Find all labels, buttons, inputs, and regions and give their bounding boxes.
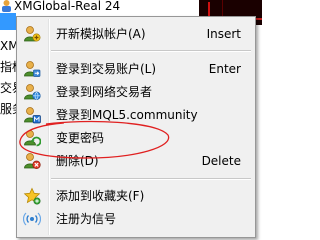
change-password-icon (23, 129, 42, 147)
menu-item-label: 登录到交易账户(L) (56, 62, 157, 76)
menu-item-label: 登录到网络交易者 (56, 85, 153, 99)
selected-row-highlight (0, 13, 16, 30)
menu-separator (51, 178, 251, 180)
menu-separator (51, 50, 251, 52)
mql5-community-icon (23, 106, 41, 124)
menu-item-delete[interactable]: 删除(D) Delete (19, 150, 253, 172)
menu-item-login-account[interactable]: 登录到交易账户(L) Enter (19, 58, 253, 80)
web-trader-icon (23, 83, 41, 101)
new-demo-account-icon (23, 25, 41, 43)
delete-icon (23, 152, 41, 170)
menu-item-add-favorites[interactable]: 添加到收藏夹(F) (19, 185, 253, 207)
menu-item-label: 添加到收藏夹(F) (56, 189, 145, 203)
add-favorites-icon (23, 187, 41, 205)
menu-item-shortcut: Enter (208, 62, 241, 76)
menu-item-new-demo-account[interactable]: 开新模拟帐户(A) Insert (19, 23, 253, 45)
account-title-row[interactable]: XMGlobal-Real 24 (0, 0, 120, 16)
account-icon (0, 0, 13, 12)
menu-item-label: 删除(D) (56, 154, 99, 168)
menu-item-web-trader[interactable]: 登录到网络交易者 (19, 81, 253, 103)
context-menu: 开新模拟帐户(A) Insert 登录到交易账户(L) Enter 登录到网络交 (16, 16, 256, 238)
menu-item-label: 开新模拟帐户(A) (56, 27, 146, 41)
menu-item-mql5-community[interactable]: 登录到MQL5.community (19, 104, 253, 126)
account-title: XMGlobal-Real 24 (14, 0, 121, 13)
menu-item-shortcut: Insert (206, 27, 241, 41)
menu-item-shortcut: Delete (201, 154, 241, 168)
menu-item-register-signal[interactable]: 注册为信号 (19, 208, 253, 230)
menu-item-label: 变更密码 (56, 131, 105, 145)
login-account-icon (23, 60, 41, 78)
register-signal-icon (22, 210, 42, 228)
menu-item-change-password[interactable]: 变更密码 (19, 127, 253, 149)
menu-item-label: 登录到MQL5.community (56, 108, 198, 122)
menu-item-label: 注册为信号 (56, 212, 117, 226)
